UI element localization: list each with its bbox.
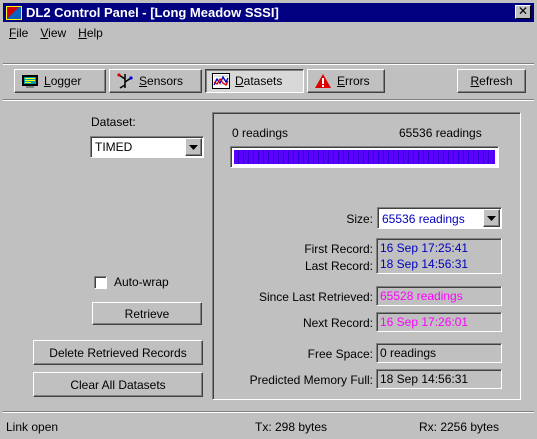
sensors-button[interactable]: Sensors — [109, 69, 202, 93]
sensors-label: Sensors — [139, 74, 184, 88]
size-select-value: 65536 readings — [382, 212, 465, 226]
toolbar-divider-top — [3, 63, 534, 65]
autowrap-checkbox[interactable] — [94, 276, 107, 289]
last-record-value: 18 Sep 14:56:31 — [380, 257, 469, 271]
status-tx: Tx: 298 bytes — [255, 420, 328, 434]
predicted-full-value: 18 Sep 14:56:31 — [376, 369, 502, 389]
toolbar-divider-bottom — [3, 99, 534, 101]
first-record-value: 16 Sep 17:25:41 — [380, 241, 469, 255]
logger-label: Logger — [44, 74, 82, 88]
close-icon: ✕ — [517, 4, 529, 18]
window-title: DL2 Control Panel - [Long Meadow SSSI] — [26, 5, 279, 20]
next-record-value: 16 Sep 17:26:01 — [376, 312, 502, 332]
menu-bar: File View Help — [3, 24, 534, 42]
errors-button[interactable]: Errors — [307, 69, 385, 93]
free-space-value: 0 readings — [376, 343, 502, 363]
title-bar[interactable]: DL2 Control Panel - [Long Meadow SSSI] ✕ — [3, 3, 534, 22]
autowrap-label[interactable]: Auto-wrap — [114, 275, 169, 289]
next-record-label: Next Record: — [302, 316, 373, 330]
since-retrieved-label: Since Last Retrieved: — [258, 290, 373, 304]
status-link: Link open — [6, 420, 59, 434]
sensors-icon — [116, 73, 134, 89]
datasets-label: Datasets — [235, 74, 283, 88]
datasets-icon — [212, 73, 230, 89]
menu-help[interactable]: Help — [72, 26, 109, 40]
refresh-button[interactable]: Refresh — [457, 69, 526, 93]
last-record-label: Last Record: — [304, 259, 373, 273]
delete-retrieved-label: Delete Retrieved Records — [49, 345, 187, 360]
warning-icon — [314, 73, 332, 89]
record-range-box: 16 Sep 17:25:41 18 Sep 14:56:31 — [376, 238, 502, 274]
size-label: Size: — [346, 212, 373, 226]
delete-retrieved-button[interactable]: Delete Retrieved Records — [33, 340, 203, 365]
predicted-full-label: Predicted Memory Full: — [249, 373, 373, 387]
chevron-down-icon — [189, 144, 198, 150]
progress-fill — [234, 150, 495, 164]
clear-datasets-label: Clear All Datasets — [70, 377, 166, 392]
status-rx: Rx: 2256 bytes — [419, 420, 500, 434]
retrieve-label: Retrieve — [124, 306, 170, 321]
status-divider — [3, 411, 534, 413]
status-bar: Link open Tx: 298 bytes Rx: 2256 bytes — [3, 416, 534, 438]
menu-view[interactable]: View — [34, 26, 72, 40]
dataset-select[interactable]: TIMED — [90, 136, 204, 158]
dataset-dropdown-button[interactable] — [185, 138, 202, 156]
app-icon — [6, 5, 22, 20]
logger-button[interactable]: Logger — [14, 69, 106, 93]
progress-min-label: 0 readings — [232, 126, 289, 140]
free-space-label: Free Space: — [307, 347, 373, 361]
clear-datasets-button[interactable]: Clear All Datasets — [33, 372, 203, 397]
close-button[interactable]: ✕ — [515, 5, 531, 19]
chevron-down-icon — [487, 215, 496, 221]
retrieve-button[interactable]: Retrieve — [92, 302, 202, 325]
size-dropdown-button[interactable] — [483, 209, 500, 227]
dataset-select-value: TIMED — [95, 140, 133, 154]
menu-file[interactable]: File — [3, 26, 34, 40]
datasets-button[interactable]: Datasets — [205, 69, 304, 93]
progress-max-label: 65536 readings — [399, 126, 482, 140]
logger-icon — [21, 73, 39, 89]
refresh-label: Refresh — [470, 74, 513, 88]
size-select[interactable]: 65536 readings — [377, 207, 502, 229]
dataset-label: Dataset: — [91, 115, 136, 129]
first-record-label: First Record: — [304, 242, 373, 256]
since-retrieved-value: 65528 readings — [376, 286, 502, 306]
errors-label: Errors — [337, 74, 370, 88]
memory-progress-bar — [230, 146, 499, 168]
